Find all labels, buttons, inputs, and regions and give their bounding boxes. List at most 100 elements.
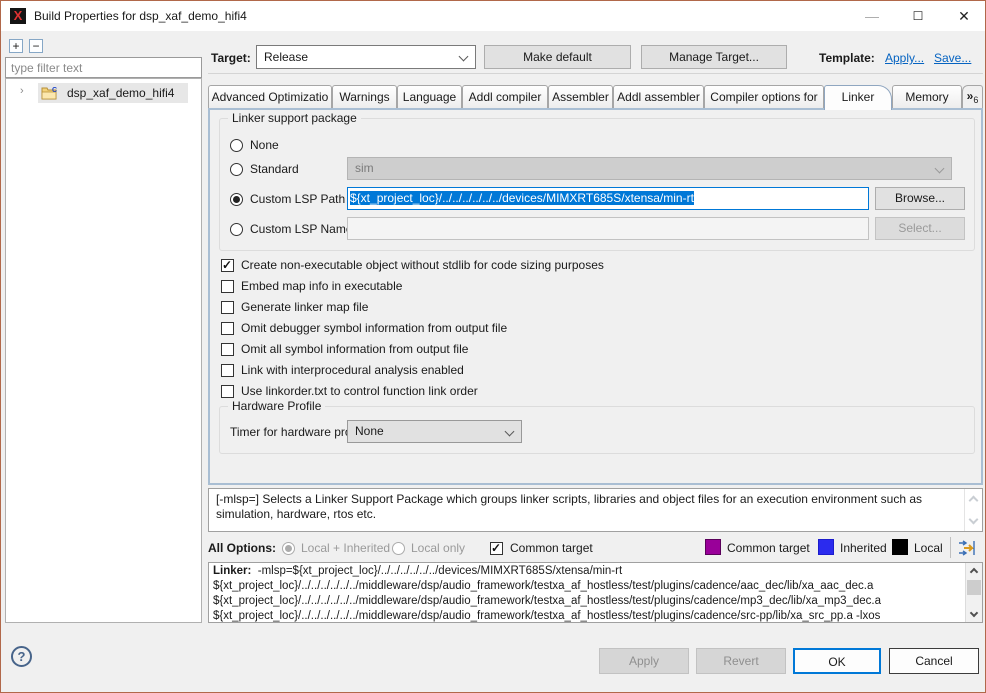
chevron-down-icon [459,52,469,62]
minimize-button[interactable]: — [853,1,891,31]
tree-item-label: dsp_xaf_demo_hifi4 [67,86,174,100]
timer-select[interactable]: None [347,420,522,443]
radio-none-label: None [250,138,279,152]
options-line: ${xt_project_loc}/../../../../../../midd… [213,579,960,594]
build-properties-dialog: Build Properties for dsp_xaf_demo_hifi4 … [0,0,986,693]
radio-custom-lsp-path-label: Custom LSP Path [250,192,345,206]
tab-assembler[interactable]: Assembler [548,85,613,108]
legend-local-swatch [892,539,908,555]
collapse-all-icon[interactable]: − [29,39,43,53]
window-title: Build Properties for dsp_xaf_demo_hifi4 [34,1,247,31]
manage-target-button[interactable]: Manage Target... [641,45,787,69]
group-title: Hardware Profile [228,399,325,413]
browse-button[interactable]: Browse... [875,187,965,210]
checkbox-omit-all-symbols[interactable] [221,343,234,356]
checkbox-label: Omit debugger symbol information from ou… [241,321,507,335]
all-options-output[interactable]: Linker: -mlsp=${xt_project_loc}/../../..… [208,562,983,623]
tab-overflow-count: 6 [973,95,978,105]
options-scrollbar[interactable] [965,563,982,622]
header-separator [208,73,983,74]
expand-all-icon[interactable]: + [9,39,23,53]
tab-overflow-button[interactable]: »6 [962,85,983,108]
options-prefix: Linker: [213,565,251,577]
radio-local-only-label: Local only [411,541,465,555]
tree-row[interactable]: › C dsp_xaf_demo_hifi4 [6,83,201,103]
timer-value: None [355,421,384,442]
scroll-down-icon[interactable] [969,515,979,525]
custom-lsp-path-input[interactable]: ${xt_project_loc}/../../../../../../devi… [347,187,869,210]
target-value: Release [264,46,308,68]
checkbox-label: Embed map info in executable [241,279,402,293]
legend-inherited-swatch [818,539,834,555]
tab-language[interactable]: Language [397,85,462,108]
target-label: Target: [211,51,251,65]
help-scrollbar[interactable] [964,489,982,531]
cancel-button[interactable]: Cancel [889,648,979,674]
template-apply-link[interactable]: Apply... [885,51,924,65]
selected-path-text: ${xt_project_loc}/../../../../../../devi… [350,191,694,205]
scroll-up-icon[interactable] [969,496,979,506]
make-default-button[interactable]: Make default [484,45,631,69]
chevron-down-icon [505,427,515,437]
radio-custom-lsp-path[interactable] [230,193,243,206]
scrollbar-thumb[interactable] [967,580,981,595]
checkbox-common-target[interactable] [490,542,503,555]
project-tree: › C dsp_xaf_demo_hifi4 [5,78,202,623]
filter-input[interactable] [5,57,202,78]
tab-compiler-options-for[interactable]: Compiler options for [704,85,824,108]
legend-inherited-label: Inherited [840,541,887,555]
tree-item-selected[interactable]: C dsp_xaf_demo_hifi4 [38,83,188,103]
radio-standard-label: Standard [250,162,299,176]
legend-divider [950,537,951,558]
radio-custom-lsp-name[interactable] [230,223,243,236]
template-label: Template: [819,51,875,65]
legend-common-target-label: Common target [727,541,810,555]
checkbox-generate-linker-map[interactable] [221,301,234,314]
radio-none[interactable] [230,139,243,152]
checkbox-label: Link with interprocedural analysis enabl… [241,363,464,377]
checkbox-omit-debugger-symbols[interactable] [221,322,234,335]
svg-text:C: C [52,87,57,94]
ok-button[interactable]: OK [793,648,881,674]
maximize-button[interactable]: ☐ [899,1,937,31]
option-help-box: [-mlsp=] Selects a Linker Support Packag… [208,488,983,532]
close-button[interactable]: ✕ [945,1,983,31]
checkbox-non-executable[interactable] [221,259,234,272]
tab-memory[interactable]: Memory [892,85,962,108]
checkbox-common-target-label: Common target [510,541,593,555]
radio-local-only [392,542,405,555]
c-project-folder-icon: C [41,86,58,100]
tab-addl-compiler[interactable]: Addl compiler [462,85,548,108]
all-options-label: All Options: [208,541,276,555]
options-line: Linker: -mlsp=${xt_project_loc}/../../..… [213,564,960,579]
checkbox-label: Use linkorder.txt to control function li… [241,384,478,398]
tab-warnings[interactable]: Warnings [332,85,397,108]
tab-addl-assembler[interactable]: Addl assembler [613,85,704,108]
xplorer-app-icon [10,8,26,24]
radio-standard[interactable] [230,163,243,176]
wrap-toggle-icon[interactable] [958,539,977,557]
legend-common-target-swatch [705,539,721,555]
group-title: Linker support package [228,111,361,125]
linker-tab-panel: Linker support package None Standard sim… [208,108,983,485]
target-select[interactable]: Release [256,45,476,69]
chevron-down-icon [935,164,945,174]
linker-support-package-group: Linker support package None Standard sim… [219,118,975,251]
standard-lsp-select: sim [347,157,952,180]
scroll-up-icon[interactable] [970,568,978,576]
checkbox-interprocedural-analysis[interactable] [221,364,234,377]
checkbox-embed-map-info[interactable] [221,280,234,293]
help-icon[interactable]: ? [11,646,32,667]
tab-linker[interactable]: Linker [824,85,892,110]
option-help-text: [-mlsp=] Selects a Linker Support Packag… [216,492,922,521]
checkbox-linkorder-txt[interactable] [221,385,234,398]
template-save-link[interactable]: Save... [934,51,971,65]
options-line: ${xt_project_loc}/../../../../../../midd… [213,594,960,609]
radio-local-inherited-label: Local + Inherited [301,541,390,555]
tree-expand-chevron-icon[interactable]: › [20,85,24,97]
checkbox-label: Generate linker map file [241,300,368,314]
radio-local-inherited [282,542,295,555]
select-button: Select... [875,217,965,240]
scroll-down-icon[interactable] [970,609,978,617]
tab-advanced-optimization[interactable]: Advanced Optimizatio [208,85,332,108]
